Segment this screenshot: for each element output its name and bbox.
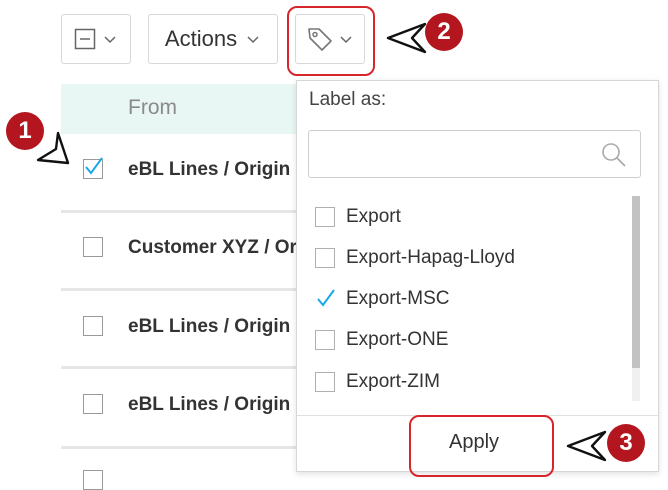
label-option-text: Export-ONE [346, 329, 449, 350]
table-row[interactable]: Customer XYZ / Origin [61, 213, 301, 289]
checkmark-icon [317, 289, 335, 307]
label-checkbox[interactable] [315, 330, 335, 350]
row-checkbox[interactable] [83, 316, 103, 336]
label-option-text: Export-MSC [346, 288, 450, 309]
select-checkbox-icon [74, 28, 96, 50]
row-checkbox[interactable] [83, 470, 103, 490]
select-all-dropdown-button[interactable] [61, 14, 131, 64]
label-as-heading: Label as: [309, 89, 387, 110]
row-from: eBL Lines / Origin [128, 394, 291, 415]
row-checkbox[interactable] [83, 157, 103, 179]
label-option-export-hapag-lloyd[interactable]: Export-Hapag-Lloyd [315, 243, 625, 273]
pointer-arrow-icon [386, 22, 427, 54]
label-option-text: Export-Hapag-Lloyd [346, 247, 515, 268]
search-icon [602, 143, 626, 167]
label-option-export[interactable]: Export [315, 202, 625, 232]
step-badge-3: 3 [607, 424, 645, 462]
highlight-label-button [287, 6, 375, 76]
row-from: eBL Lines / Origin [128, 316, 291, 337]
chevron-down-icon [104, 36, 116, 44]
label-option-export-one[interactable]: Export-ONE [315, 325, 625, 355]
label-option-export-msc[interactable]: Export-MSC [315, 284, 625, 314]
label-as-dropdown: Label as: Export Export-Hapag-Lloyd Expo… [296, 80, 659, 472]
row-divider [61, 446, 301, 449]
label-checkbox[interactable] [315, 372, 335, 392]
row-checkbox[interactable] [83, 237, 103, 257]
label-checkbox[interactable] [315, 207, 335, 227]
pointer-arrow-icon [36, 131, 70, 165]
pointer-arrow-icon [566, 430, 607, 462]
table-row[interactable]: eBL Lines / Origin [61, 291, 301, 367]
row-from: eBL Lines / Origin [128, 159, 291, 180]
scrollbar-thumb[interactable] [632, 196, 640, 368]
row-checkbox[interactable] [83, 394, 103, 414]
label-option-export-zim[interactable]: Export-ZIM [315, 367, 625, 397]
label-checkbox[interactable] [315, 248, 335, 268]
table-row[interactable]: eBL Lines / Origin [61, 134, 301, 210]
actions-label: Actions [164, 26, 238, 51]
chevron-down-icon [247, 36, 259, 44]
label-checkbox[interactable] [315, 289, 335, 309]
label-option-text: Export-ZIM [346, 371, 440, 392]
column-header-from: From [128, 96, 177, 119]
actions-dropdown-button[interactable]: Actions [148, 14, 278, 64]
table-row[interactable]: eBL Lines / Origin [61, 369, 301, 445]
message-list-header: From [61, 84, 301, 134]
highlight-apply-button [409, 415, 554, 477]
label-option-text: Export [346, 206, 401, 227]
step-badge-2: 2 [425, 13, 463, 51]
label-search-input[interactable] [308, 130, 641, 178]
row-from: Customer XYZ / Origin [128, 237, 301, 258]
checkmark-icon [85, 157, 103, 175]
